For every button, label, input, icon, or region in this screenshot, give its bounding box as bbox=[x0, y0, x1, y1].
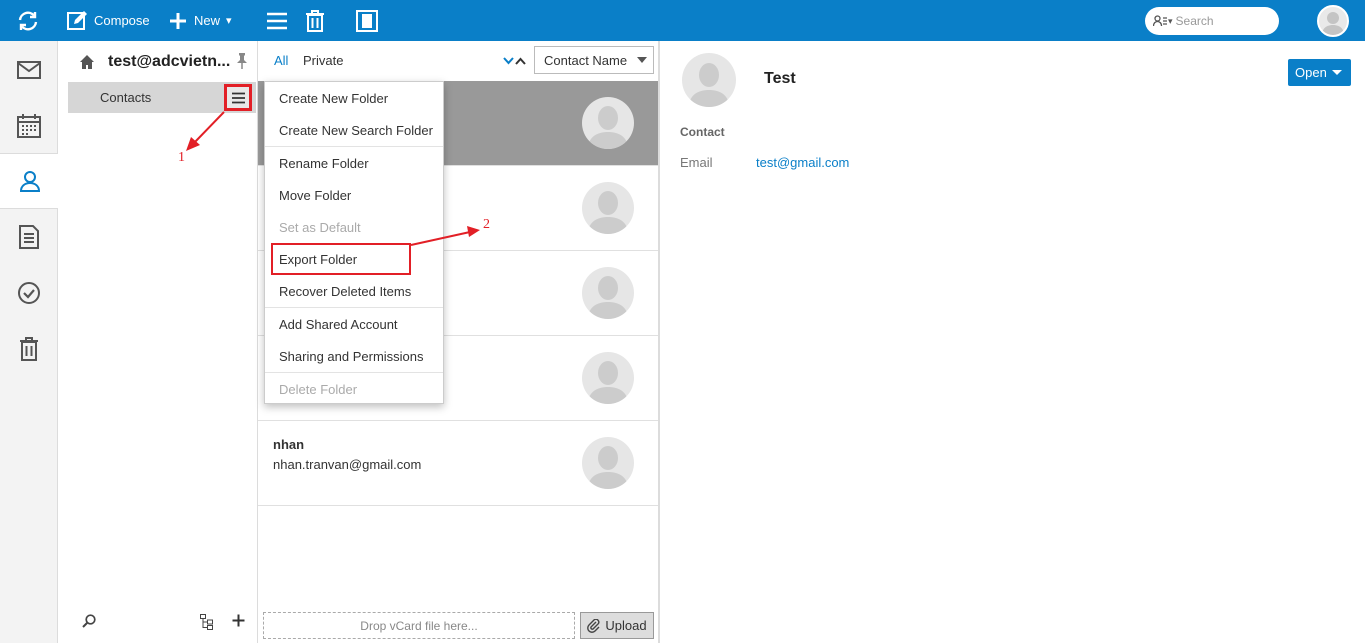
pin-icon bbox=[237, 53, 247, 69]
step-2-label: 2 bbox=[483, 217, 490, 232]
pin-button[interactable] bbox=[236, 53, 248, 72]
menu-item-rename-folder[interactable]: Rename Folder bbox=[265, 147, 443, 179]
plus-icon bbox=[170, 12, 186, 29]
folder-pane-toggle-button[interactable] bbox=[267, 0, 287, 41]
menu-item-create-new-search-folder[interactable]: Create New Search Folder bbox=[265, 114, 443, 146]
folder-tree-icon bbox=[200, 614, 213, 630]
contact-avatar bbox=[582, 267, 634, 319]
contact-avatar bbox=[582, 437, 634, 489]
hamburger-icon bbox=[231, 92, 245, 103]
home-icon bbox=[80, 55, 94, 69]
search-icon bbox=[82, 614, 96, 628]
folder-item-contacts[interactable]: Contacts bbox=[68, 82, 256, 113]
reading-pane-button[interactable] bbox=[356, 0, 378, 41]
search-placeholder: Search bbox=[1175, 14, 1214, 28]
delete-button[interactable] bbox=[305, 0, 325, 41]
sync-icon bbox=[18, 11, 38, 30]
trash-icon bbox=[306, 9, 324, 32]
menu-item-sharing-and-permissions[interactable]: Sharing and Permissions bbox=[265, 340, 443, 372]
mail-icon bbox=[17, 61, 41, 79]
open-button[interactable]: Open bbox=[1288, 59, 1351, 86]
menu-item-move-folder[interactable]: Move Folder bbox=[265, 179, 443, 211]
folder-label: Contacts bbox=[100, 90, 152, 105]
folder-panel: test@adcvietn... Contacts bbox=[58, 41, 258, 643]
compose-label: Compose bbox=[94, 13, 150, 28]
new-label: New bbox=[194, 13, 221, 28]
sort-field-value: Contact Name bbox=[544, 52, 628, 68]
app-rail bbox=[0, 41, 59, 643]
contacts-app-button[interactable] bbox=[0, 153, 59, 209]
contact-search-icon bbox=[1153, 15, 1167, 27]
sort-order-toggle[interactable] bbox=[503, 54, 527, 69]
chevron-down-icon: ▾ bbox=[226, 15, 232, 27]
person-icon bbox=[689, 63, 729, 107]
menu-item-recover-deleted-items[interactable]: Recover Deleted Items bbox=[265, 275, 443, 307]
person-icon bbox=[588, 191, 628, 234]
new-button[interactable]: New ▾ bbox=[168, 0, 232, 41]
filter-private-tab[interactable]: Private bbox=[303, 53, 343, 68]
reading-pane-icon bbox=[356, 9, 378, 32]
vcard-dropzone[interactable]: Drop vCard file here... bbox=[263, 612, 575, 639]
contact-avatar bbox=[582, 182, 634, 234]
filter-all-tab[interactable]: All bbox=[274, 53, 288, 68]
search-input[interactable]: ▾ Search bbox=[1145, 7, 1279, 35]
tasks-app-button[interactable] bbox=[0, 265, 58, 321]
menu-item-set-as-default: Set as Default bbox=[279, 219, 361, 235]
menu-item-add-shared-account[interactable]: Add Shared Account bbox=[265, 308, 443, 340]
top-toolbar: Compose New ▾ ▾ Search bbox=[0, 0, 1365, 41]
folder-search-button[interactable] bbox=[82, 614, 96, 631]
trash-app-button[interactable] bbox=[0, 321, 58, 377]
person-icon bbox=[588, 446, 628, 489]
chevron-down-icon bbox=[1332, 70, 1342, 75]
detail-section-label: Contact bbox=[680, 125, 725, 139]
person-icon bbox=[19, 171, 40, 192]
email-label: Email bbox=[680, 155, 713, 170]
step-1-label: 1 bbox=[178, 150, 185, 165]
person-icon bbox=[588, 106, 628, 149]
trash-icon bbox=[20, 337, 38, 361]
chevron-down-icon bbox=[637, 57, 647, 63]
sort-arrows-icon bbox=[503, 57, 526, 65]
calendar-icon bbox=[17, 114, 41, 138]
account-header[interactable]: test@adcvietn... bbox=[80, 53, 230, 71]
contact-avatar bbox=[582, 97, 634, 149]
sort-field-select[interactable]: Contact Name bbox=[534, 46, 654, 74]
upload-label: Upload bbox=[605, 618, 647, 633]
contact-row[interactable]: nhan nhan.tranvan@gmail.com bbox=[258, 421, 658, 506]
contact-email: nhan.tranvan@gmail.com bbox=[273, 457, 422, 472]
hamburger-icon bbox=[267, 12, 287, 29]
user-avatar[interactable] bbox=[1317, 5, 1349, 37]
compose-icon bbox=[67, 10, 87, 30]
open-label: Open bbox=[1295, 65, 1327, 80]
plus-icon bbox=[232, 614, 245, 627]
contact-detail-pane: Test Open Contact Email test@gmail.com bbox=[662, 41, 1365, 643]
person-icon bbox=[588, 361, 628, 404]
upload-button[interactable]: Upload bbox=[580, 612, 654, 639]
notes-icon bbox=[19, 225, 39, 249]
email-link[interactable]: test@gmail.com bbox=[756, 155, 849, 170]
detail-avatar bbox=[682, 53, 736, 107]
detail-contact-name: Test bbox=[764, 70, 796, 87]
compose-button[interactable]: Compose bbox=[66, 0, 150, 41]
add-folder-button[interactable] bbox=[232, 614, 245, 630]
notes-app-button[interactable] bbox=[0, 209, 58, 265]
menu-item-delete-folder: Delete Folder bbox=[279, 381, 358, 397]
contact-name: nhan bbox=[273, 437, 305, 452]
folder-tree-button[interactable] bbox=[200, 614, 214, 633]
export-folder-highlight bbox=[271, 243, 411, 275]
paperclip-icon bbox=[587, 618, 600, 633]
menu-item-create-new-folder[interactable]: Create New Folder bbox=[265, 82, 443, 114]
contact-avatar bbox=[582, 352, 634, 404]
person-icon bbox=[588, 276, 628, 319]
folder-menu-button[interactable] bbox=[224, 84, 252, 111]
person-icon bbox=[1322, 12, 1344, 35]
check-circle-icon bbox=[18, 282, 40, 304]
sync-button[interactable] bbox=[16, 0, 40, 41]
search-scope-caret[interactable]: ▾ bbox=[1168, 16, 1173, 27]
account-name: test@adcvietn... bbox=[108, 53, 231, 70]
mail-app-button[interactable] bbox=[0, 42, 58, 98]
calendar-app-button[interactable] bbox=[0, 98, 58, 154]
